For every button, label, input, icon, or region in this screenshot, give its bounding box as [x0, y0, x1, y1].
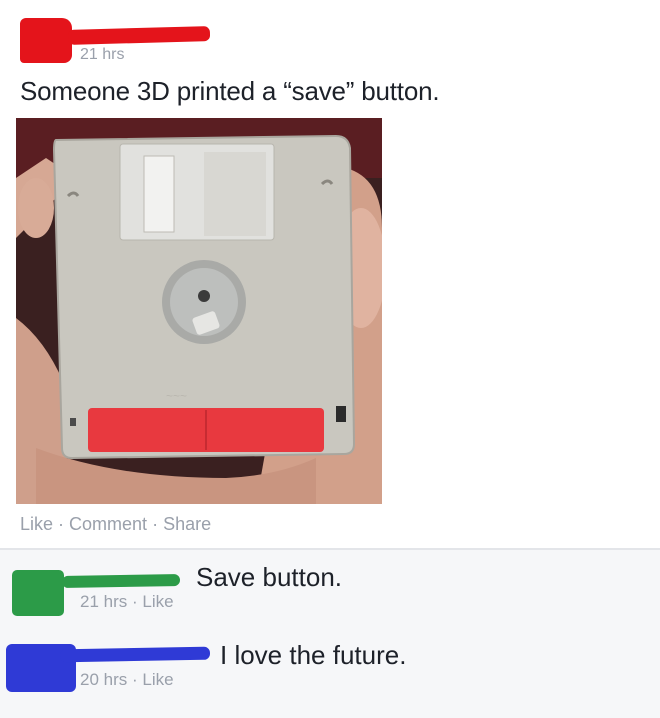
- meta-separator: ·: [127, 670, 143, 689]
- commenter-name[interactable]: [59, 646, 211, 663]
- post-text: Someone 3D printed a “save” button.: [20, 76, 440, 106]
- comments-section: Save button. 21 hrs · Like I love the fu…: [0, 548, 660, 718]
- comment-like-link[interactable]: Like: [142, 670, 173, 689]
- comment-meta: 20 hrs · Like: [80, 670, 174, 690]
- floppy-disk-photo: ~~~: [16, 118, 382, 504]
- like-link[interactable]: Like: [20, 514, 53, 534]
- comment-link[interactable]: Comment: [69, 514, 147, 534]
- post-actions: Like · Comment · Share: [20, 514, 211, 535]
- comment-time[interactable]: 20 hrs: [80, 670, 127, 689]
- svg-text:~~~: ~~~: [166, 389, 187, 403]
- author-avatar[interactable]: [20, 18, 72, 63]
- comment-text: I love the future.: [220, 640, 407, 670]
- action-separator: ·: [147, 514, 164, 534]
- comment: I love the future. 20 hrs · Like: [0, 550, 660, 689]
- post-photo[interactable]: ~~~: [16, 118, 382, 504]
- post-header: 21 hrs: [0, 0, 660, 70]
- author-name[interactable]: [67, 26, 211, 45]
- action-separator: ·: [53, 514, 70, 534]
- post-timestamp[interactable]: 21 hrs: [80, 46, 124, 64]
- share-link[interactable]: Share: [163, 514, 211, 534]
